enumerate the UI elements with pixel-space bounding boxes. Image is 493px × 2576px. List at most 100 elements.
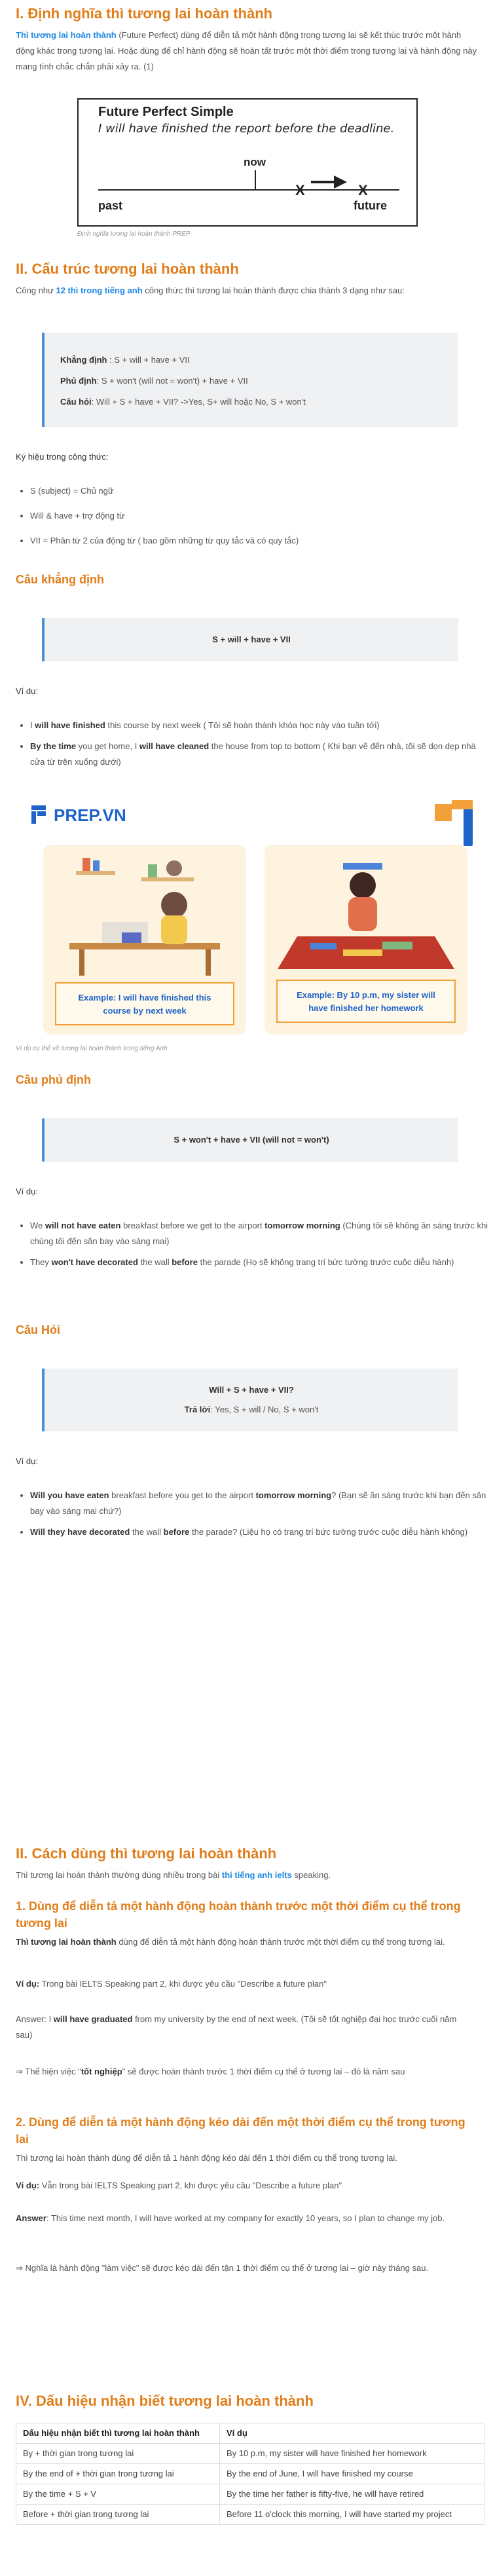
formula-question-label: Câu hỏi [60,397,92,407]
example-card-2: Example: By 10 p.m, my sister will have … [265,845,467,1035]
table-cell: By the time + S + V [16,2484,220,2505]
list-item: Will they have decorated the wall before… [30,1524,488,1540]
example-text: Trong bài IELTS Speaking part 2, khi đượ… [39,1979,327,1989]
section-3-intro: Thì tương lai hoàn thành thường dùng nhi… [16,1868,487,1883]
usage-1-note: ⇒ Thể hiện việc "tốt nghiệp" sẽ được hoà… [16,2064,474,2080]
question-example-label: Ví dụ: [16,1456,38,1466]
answer-label: Answer [16,2213,46,2223]
ex-text: the wall [130,1527,164,1537]
brand-accent-orange [435,804,452,821]
section-1-title: I. Định nghĩa thì tương lai hoàn thành [16,5,273,22]
symbols-list: S (subject) = Chủ ngữ Will & have + trợ … [16,483,488,549]
note-text: " sẽ được hoàn thành trước 1 thời điểm c… [122,2067,405,2076]
ielts-link[interactable]: thi tiếng anh ielts [222,1870,292,1880]
example-label: Ví dụ: [16,2180,40,2190]
question-formula-box: Will + S + have + VII? Trả lời: Yes, S +… [42,1369,458,1431]
intro-pre: Công như [16,285,56,295]
section-2-intro: Công như 12 thì trong tiếng anh công thứ… [16,283,487,299]
homework-girl-illustration [278,863,454,969]
question-formula-1: Will + S + have + VII? [60,1380,443,1400]
prep-brand: PREP.VN [54,805,126,825]
ex-bold: will have cleaned [139,741,210,751]
ex-text: the parade (Họ sẽ không trang trí bức tư… [197,1257,454,1267]
formula-question-text: : Will + S + have + VII? ->Yes, S+ will … [91,397,306,407]
ex-text: We [30,1221,45,1230]
formula-box: Khẳng định : S + will + have + VII Phủ đ… [42,333,458,427]
usage-1-answer: Answer: I will have graduated from my un… [16,2012,474,2043]
formula-positive: Khẳng định : S + will + have + VII [60,350,443,371]
ex-bold: before [172,1257,198,1267]
usage-1-desc: Thì tương lai hoàn thành dùng để diễn tả… [16,1934,474,1950]
note-bold: tốt nghiệp [81,2067,122,2076]
formula-negative-text: : S + won't (will not = won't) + have + … [96,376,248,386]
symbols-title: Ký hiệu trong công thức: [16,452,109,462]
ex-text: They [30,1257,52,1267]
desc-text: dùng để diễn tả một hành động hoàn thành… [116,1937,445,1947]
table-header: Dấu hiệu nhận biết thì tương lai hoàn th… [16,2423,220,2444]
12-tenses-link[interactable]: 12 thì trong tiếng anh [56,285,142,295]
formula-text: : Yes, S + will / No, S + won't [210,1405,319,1414]
positive-examples: I will have finished this course by next… [16,718,488,770]
brand-accent-bar [452,800,473,809]
section-4-title: IV. Dấu hiệu nhận biết tương lai hoàn th… [16,2393,314,2409]
table-cell: By + thời gian trong tương lai [16,2443,220,2464]
table-cell: Before 11 o'clock this morning, I will h… [219,2504,484,2525]
table-row: By the time + S + V By the time her fath… [16,2484,484,2505]
table-cell: By 10 p.m, my sister will have finished … [219,2443,484,2464]
ex-bold: By the time [30,741,77,751]
formula-question: Câu hỏi: Will + S + have + VII? ->Yes, S… [60,392,443,413]
question-title: Câu Hỏi [16,1323,61,1336]
ex-bold: will not have eaten [45,1221,121,1230]
table-cell: By the time her father is fifty-five, he… [219,2484,484,2505]
example-illustration: PREP.VN Example: I will have finished th… [16,794,490,1042]
formula-negative-label: Phủ định [60,376,97,386]
ex-text: breakfast before we get to the airport [120,1221,265,1230]
positive-formula-box: S + will + have + VII [42,618,458,661]
answer-pre: Answer: I [16,2014,54,2024]
section-2-title: II. Cấu trúc tương lai hoàn thành [16,261,239,277]
formula-positive-label: Khẳng định [60,355,107,365]
positive-example-label: Ví dụ: [16,686,38,696]
formula-text: Will + S + have + VII? [209,1385,294,1395]
negative-example-label: Ví dụ: [16,1187,38,1196]
positive-title: Câu khẳng định [16,573,104,586]
illustration-caption: Ví dụ cụ thể về tương lai hoàn thành tro… [16,1045,168,1052]
ex-text: the parade? (Liệu họ có trang trí bức tư… [189,1527,468,1537]
negative-title: Câu phủ định [16,1073,91,1086]
diagram-caption: Định nghĩa tương lai hoàn thành PREP [77,230,191,238]
ex-bold: tomorrow morning [265,1221,340,1230]
ex-bold: will have finished [35,720,105,730]
usage-1-example: Ví dụ: Trong bài IELTS Speaking part 2, … [16,1976,474,1992]
ex-bold: Will you have eaten [30,1490,109,1500]
ex-bold: before [163,1527,190,1537]
ex-bold: tomorrow morning [255,1490,332,1500]
usage-2-desc: Thì tương lai hoàn thành dùng để diễn tả… [16,2153,397,2163]
example-label: Ví dụ: [16,1979,40,1989]
article: I. Định nghĩa thì tương lai hoàn thành T… [0,0,493,2576]
ex-bold: won't have decorated [51,1257,138,1267]
usage-1-title: 1. Dùng để diễn tả một hành động hoàn th… [16,1900,461,1930]
example-card-1-text: Example: I will have finished this cours… [55,982,234,1025]
ex-text: you get home, I [76,741,139,751]
table-row: By the end of + thời gian trong tương la… [16,2463,484,2484]
future-perfect-link[interactable]: Thì tương lai hoàn thành [16,30,117,40]
intro-post: công thức thì tương lai hoàn thành được … [142,285,405,295]
list-item: S (subject) = Chủ ngữ [30,483,488,499]
future-label: future [354,199,387,212]
list-item: Will you have eaten breakfast before you… [30,1488,488,1519]
ex-text: breakfast before you get to the airport [109,1490,256,1500]
positive-formula: S + will + have + VII [212,635,291,644]
x-mark-2: X [358,182,368,198]
prep-logo-icon [31,805,50,824]
question-formula-2: Trả lời: Yes, S + will / No, S + won't [60,1400,443,1420]
intro-post: speaking. [291,1870,331,1880]
table-row: Before + thời gian trong tương lai Befor… [16,2504,484,2525]
usage-2-answer: Answer: This time next month, I will hav… [16,2211,474,2226]
negative-formula: S + won't + have + VII (will not = won't… [173,1135,329,1145]
section-3-title: II. Cách dùng thì tương lai hoàn thành [16,1845,277,1862]
question-examples: Will you have eaten breakfast before you… [16,1488,488,1540]
studying-girl-illustration [69,858,220,976]
table-cell: Before + thời gian trong tương lai [16,2504,220,2525]
formula-positive-text: : S + will + have + VII [107,355,190,365]
usage-2-title: 2. Dùng để diễn tả một hành động kéo dài… [16,2116,466,2146]
